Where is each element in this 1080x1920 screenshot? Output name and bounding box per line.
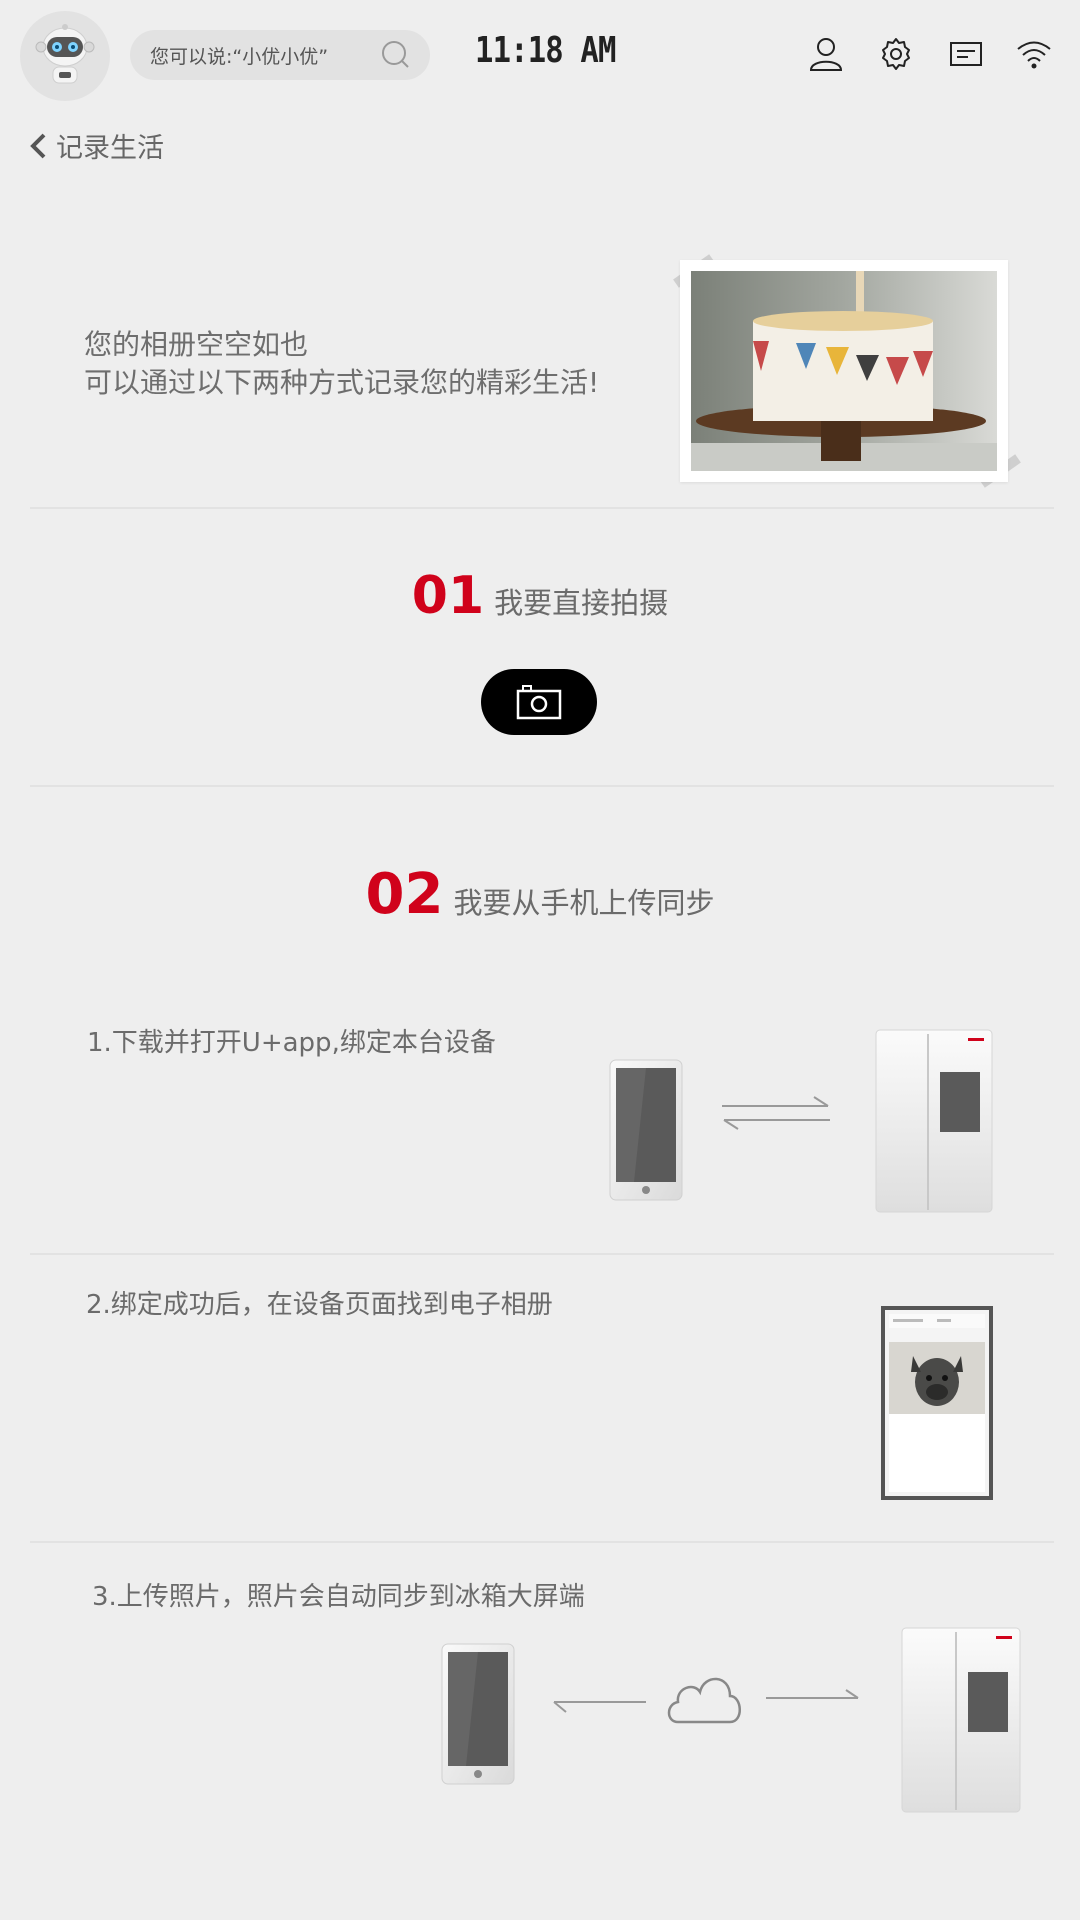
- divider: [30, 507, 1054, 509]
- empty-album-message: 您的相册空空如也 可以通过以下两种方式记录您的精彩生活!: [84, 326, 599, 402]
- step-1-text: 1.下载并打开U+app,绑定本台设备: [87, 1028, 496, 1058]
- section-2-header: 02 我要从手机上传同步: [0, 862, 1080, 927]
- step-3-text: 3.上传照片，照片会自动同步到冰箱大屏端: [92, 1582, 585, 1612]
- take-photo-button[interactable]: [481, 669, 597, 735]
- fridge-illustration: [901, 1627, 1021, 1813]
- message-icon[interactable]: [948, 36, 984, 72]
- phone-illustration: [441, 1643, 515, 1785]
- fridge-illustration: [875, 1029, 993, 1213]
- cloud-icon: [667, 1677, 741, 1724]
- arrow-left-icon: [553, 1701, 646, 1713]
- user-icon[interactable]: [808, 36, 844, 72]
- search-icon[interactable]: [378, 37, 414, 73]
- back-button[interactable]: 记录生活: [28, 126, 164, 165]
- search-placeholder: 您可以说:“小优小优”: [150, 45, 329, 68]
- page-title: 记录生活: [56, 133, 164, 164]
- arrow-right-icon: [766, 1689, 859, 1699]
- wifi-icon[interactable]: [1016, 36, 1052, 72]
- voice-search-bar[interactable]: 您可以说:“小优小优”: [130, 30, 430, 80]
- camera-icon: [516, 685, 562, 720]
- section-2-title: 我要从手机上传同步: [453, 886, 715, 920]
- phone-illustration: [609, 1059, 683, 1201]
- assistant-avatar[interactable]: [20, 11, 110, 101]
- chevron-left-icon: [30, 133, 46, 158]
- divider: [30, 785, 1054, 787]
- section-1-header: 01 我要直接拍摄: [0, 566, 1080, 626]
- robot-icon: [35, 24, 95, 84]
- section-1-number: 01: [411, 566, 485, 626]
- cake-image: [691, 271, 997, 471]
- gear-icon[interactable]: [878, 36, 914, 72]
- section-2-number: 02: [365, 862, 444, 927]
- album-screen-illustration: [881, 1306, 993, 1500]
- section-1-title: 我要直接拍摄: [494, 586, 669, 620]
- step-2-text: 2.绑定成功后，在设备页面找到电子相册: [86, 1290, 553, 1320]
- divider: [30, 1253, 1054, 1255]
- sync-arrows-icon: [722, 1096, 830, 1130]
- intro-line-1: 您的相册空空如也: [84, 328, 309, 361]
- clock: 11:18 AM: [475, 30, 616, 71]
- cake-photo: [680, 260, 1008, 482]
- intro-line-2: 可以通过以下两种方式记录您的精彩生活!: [84, 366, 600, 399]
- divider: [30, 1541, 1054, 1543]
